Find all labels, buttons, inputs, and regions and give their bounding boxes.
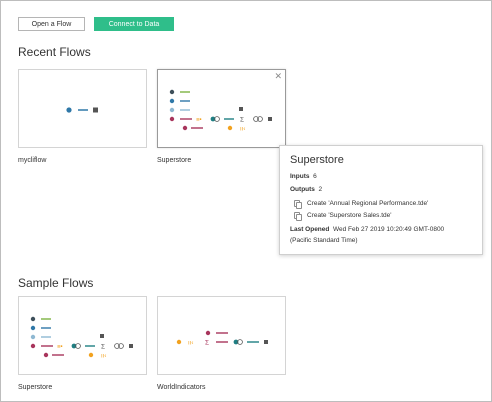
tooltip-title: Superstore (290, 154, 344, 166)
svg-text:Σ: Σ (240, 117, 244, 124)
last-opened-timezone: (Pacific Standard Time) (290, 237, 358, 244)
svg-text:Σ: Σ (101, 344, 105, 351)
outputs-count: 2 (318, 186, 323, 193)
input-node-icon (169, 89, 175, 95)
outputs-label: Outputs (290, 186, 315, 193)
output-file-icon (294, 200, 302, 209)
last-opened-value: Wed Feb 27 2019 10:20:49 GMT-0800 (333, 226, 445, 233)
svg-text:≡•: ≡• (57, 345, 63, 351)
flow-details-tooltip: Superstore Inputs 6 Outputs 2 Create 'An… (279, 145, 483, 255)
sample-flow-card-worldindicators[interactable]: ıı‹ Σ (157, 296, 286, 375)
output-node-icon (93, 107, 98, 113)
connect-to-data-button[interactable]: Connect to Data (94, 17, 174, 31)
last-opened-row: Last Opened Wed Feb 27 2019 10:20:49 GMT… (290, 226, 444, 233)
last-opened-label: Last Opened (290, 226, 330, 233)
sample-flow-card-superstore[interactable]: ≡• Σ ıı‹ (18, 296, 147, 375)
outputs-row: Outputs 2 (290, 186, 322, 193)
input-node-icon (169, 107, 175, 113)
flow-card-label: Superstore (18, 384, 53, 391)
input-node-icon (66, 107, 72, 113)
inputs-row: Inputs 6 (290, 173, 317, 180)
flow-thumbnail: ≡• Σ ıı‹ (169, 89, 272, 133)
svg-text:≡•: ≡• (196, 118, 202, 124)
svg-text:Σ: Σ (205, 340, 209, 347)
flow-card-label: WorldIndicators (157, 384, 206, 391)
svg-text:ıı‹: ıı‹ (240, 127, 245, 133)
open-flow-button[interactable]: Open a Flow (18, 17, 85, 31)
flow-card-label: mycliflow (18, 157, 47, 164)
inputs-label: Inputs (290, 173, 310, 180)
output-file-icon (294, 212, 302, 221)
sample-flows-heading: Sample Flows (18, 276, 94, 290)
flow-thumbnail: ≡• Σ ıı‹ (30, 316, 133, 360)
svg-text:ıı‹: ıı‹ (188, 341, 193, 347)
flow-card-label: Superstore (157, 157, 192, 164)
input-node-icon (169, 116, 175, 122)
output-item: Create 'Annual Regional Performance.tde' (294, 200, 429, 209)
output-item-label: Create 'Annual Regional Performance.tde' (307, 200, 429, 207)
remove-flow-close-icon[interactable]: ✕ (274, 71, 282, 81)
output-item: Create 'Superstore Sales.tde' (294, 212, 392, 221)
svg-text:ıı‹: ıı‹ (101, 354, 106, 360)
output-item-label: Create 'Superstore Sales.tde' (307, 212, 392, 219)
inputs-count: 6 (313, 173, 317, 180)
flow-thumbnail: ıı‹ Σ (176, 330, 268, 347)
flow-thumbnail (66, 107, 98, 113)
recent-flows-heading: Recent Flows (18, 45, 91, 59)
flow-card-superstore[interactable]: ≡• Σ ıı‹ ✕ (157, 69, 286, 148)
flow-card-mycliflow[interactable] (18, 69, 147, 148)
input-node-icon (169, 98, 175, 104)
